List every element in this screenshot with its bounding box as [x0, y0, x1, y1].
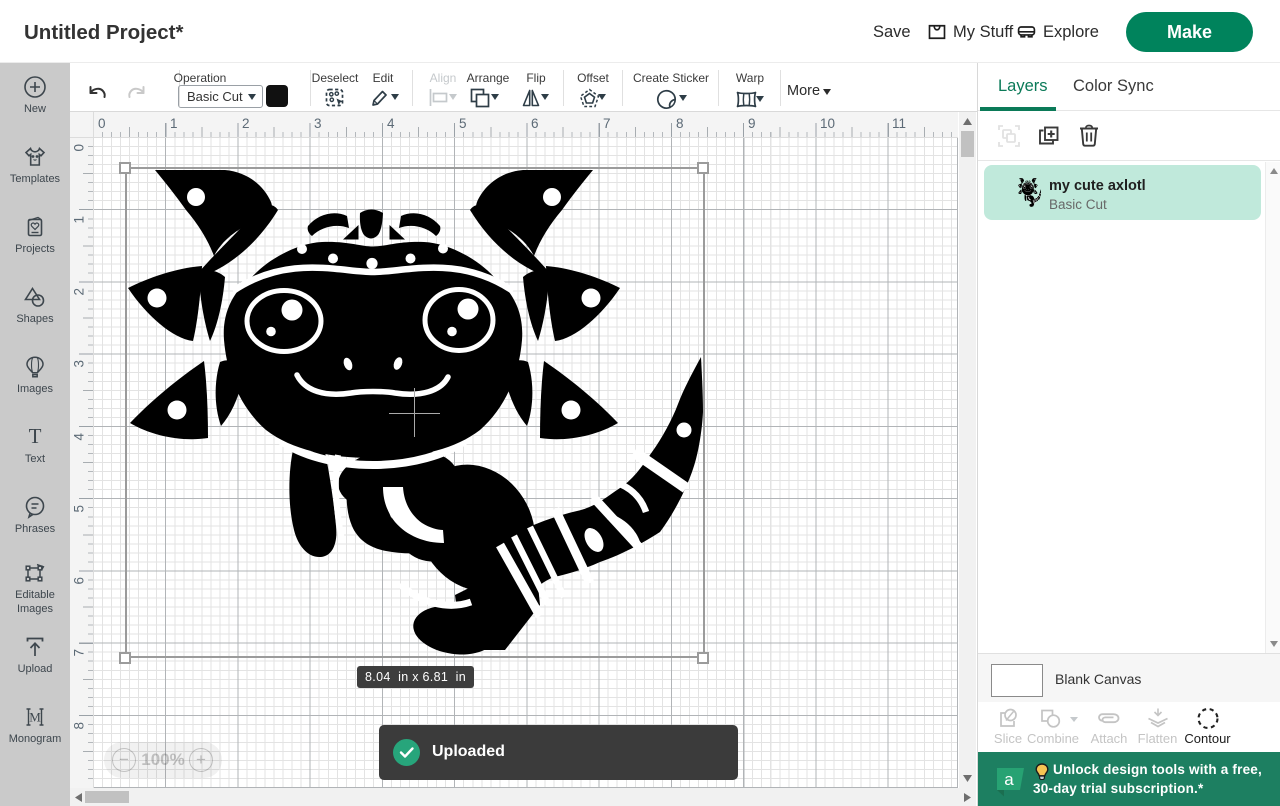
svg-text:M: M [29, 710, 41, 725]
svg-text:a: a [1004, 770, 1014, 789]
svg-text:T: T [29, 424, 42, 448]
